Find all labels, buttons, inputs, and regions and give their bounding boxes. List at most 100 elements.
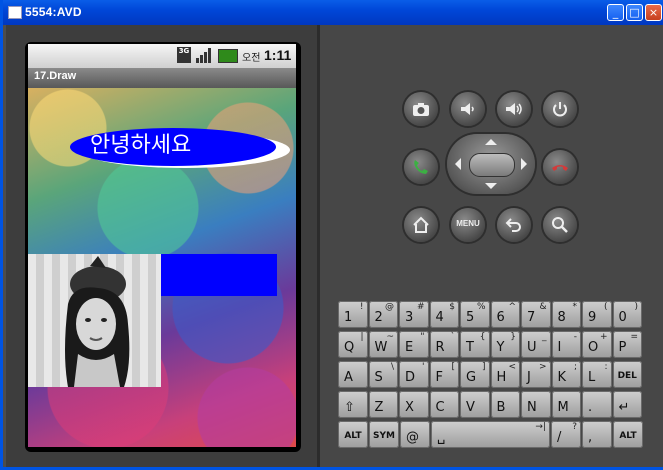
key-label: , [588, 430, 593, 445]
key-o[interactable]: O + [582, 331, 612, 358]
key-alt[interactable]: ALT [338, 421, 368, 448]
key-label: 1 [344, 310, 353, 325]
volume-up-button[interactable] [497, 92, 531, 126]
key-w[interactable]: W ~ [368, 331, 398, 358]
key-n[interactable]: N [521, 391, 551, 418]
key-shift-label: →| [535, 422, 546, 432]
title-bar[interactable]: 5554:AVD _ □ × [3, 0, 663, 25]
key-b[interactable]: B [490, 391, 520, 418]
search-button[interactable] [543, 208, 577, 242]
end-call-icon [552, 165, 568, 171]
key-⇧[interactable]: ⇧ [338, 391, 368, 418]
key-␣[interactable]: ␣ →| [431, 421, 550, 448]
key-a[interactable]: A [338, 361, 368, 388]
key-0[interactable]: 0) [612, 301, 642, 328]
key-9[interactable]: 9( [582, 301, 612, 328]
key-t[interactable]: T{ [460, 331, 490, 358]
key-.[interactable]: . [582, 391, 612, 418]
key-/[interactable]: /? [551, 421, 581, 448]
app-title: 17.Draw [34, 70, 77, 82]
key-v[interactable]: V [460, 391, 490, 418]
key-shift-label: ~ [386, 332, 394, 342]
key-e[interactable]: E " [399, 331, 429, 358]
key-5[interactable]: 5% [460, 301, 490, 328]
key-u[interactable]: U _ [521, 331, 551, 358]
qwerty-keyboard: 1! 2 @3 #4 $5% 6 ^ 7 & 8 * 9(0) Q | W ~ E " R ` T{Y} U _ I - O + P =… [338, 301, 648, 451]
back-button[interactable] [497, 208, 531, 242]
key-@[interactable]: @ [400, 421, 430, 448]
key-label: ALT [619, 431, 637, 441]
key-sym[interactable]: SYM [369, 421, 399, 448]
key-h[interactable]: H < [490, 361, 520, 388]
home-button[interactable] [404, 208, 438, 242]
key-shift-label: % [476, 302, 486, 312]
key-6[interactable]: 6 ^ [490, 301, 520, 328]
call-button[interactable] [404, 150, 438, 184]
menu-button[interactable]: MENU [451, 208, 485, 242]
back-icon [505, 218, 521, 232]
volume-down-icon [461, 103, 474, 115]
key-d[interactable]: D ' [399, 361, 429, 388]
key-del[interactable]: DEL [612, 361, 642, 388]
key-label: F [435, 370, 443, 385]
key-j[interactable]: J > [521, 361, 551, 388]
key-f[interactable]: F[ [429, 361, 459, 388]
key-↵[interactable]: ↵ [612, 391, 642, 418]
key-shift-label: " [420, 332, 425, 342]
close-button[interactable]: × [645, 4, 662, 21]
key-2[interactable]: 2 @ [368, 301, 398, 328]
minimize-button[interactable]: _ [607, 4, 624, 21]
android-status-bar: 3G 오전 1:11 [28, 44, 296, 68]
power-icon [553, 102, 567, 117]
key-8[interactable]: 8 * [551, 301, 581, 328]
dpad-down-icon[interactable] [485, 183, 497, 189]
key-l[interactable]: L: [582, 361, 612, 388]
key-shift-label: ) [634, 302, 638, 312]
key-label: ␣ [437, 430, 446, 445]
key-4[interactable]: 4 $ [429, 301, 459, 328]
end-call-button[interactable] [543, 150, 577, 184]
key-label: . [588, 400, 593, 415]
dpad[interactable] [447, 134, 535, 194]
camera-button[interactable] [404, 92, 438, 126]
dpad-right-icon[interactable] [521, 158, 527, 170]
key-,[interactable]: , [582, 421, 612, 448]
volume-down-button[interactable] [451, 92, 485, 126]
key-label: 0 [618, 310, 627, 325]
key-i[interactable]: I- [551, 331, 581, 358]
draw-canvas[interactable]: 안녕하세요 [28, 88, 296, 447]
key-shift-label: ` [450, 332, 456, 342]
key-3[interactable]: 3 # [399, 301, 429, 328]
key-g[interactable]: G] [460, 361, 490, 388]
maximize-button[interactable]: □ [626, 4, 643, 21]
key-shift-label: ! [359, 302, 364, 312]
key-q[interactable]: Q | [338, 331, 368, 358]
key-1[interactable]: 1! [338, 301, 368, 328]
key-label: DEL [617, 371, 637, 381]
key-label: W [374, 340, 388, 355]
key-x[interactable]: X [399, 391, 429, 418]
key-k[interactable]: K; [551, 361, 581, 388]
dpad-up-icon[interactable] [485, 139, 497, 145]
key-s[interactable]: S \ [368, 361, 398, 388]
key-shift-label: & [539, 302, 547, 312]
key-m[interactable]: M [551, 391, 581, 418]
key-p[interactable]: P = [612, 331, 642, 358]
key-y[interactable]: Y} [490, 331, 520, 358]
key-7[interactable]: 7 & [521, 301, 551, 328]
key-label: 3 [405, 310, 414, 325]
key-shift-label: } [510, 332, 516, 342]
key-alt[interactable]: ALT [613, 421, 643, 448]
dpad-left-icon[interactable] [455, 158, 461, 170]
key-label: 5 [466, 310, 475, 325]
power-button[interactable] [543, 92, 577, 126]
window-app-icon [8, 6, 22, 19]
key-label: I [557, 340, 562, 355]
key-r[interactable]: R ` [429, 331, 459, 358]
key-shift-label: + [599, 332, 608, 342]
key-label: 4 [435, 310, 444, 325]
key-c[interactable]: C [429, 391, 459, 418]
clock-time: 1:11 [264, 47, 292, 63]
key-z[interactable]: Z [368, 391, 398, 418]
key-label: K [557, 370, 567, 385]
